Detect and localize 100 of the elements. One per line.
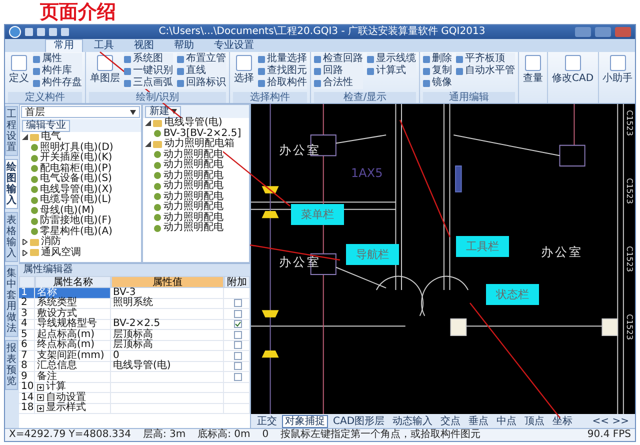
ribbon-button[interactable]: 直线 [177,65,226,77]
ribbon-button[interactable]: 一键识别 [124,65,173,77]
ribbon-button[interactable]: 属性 [33,53,82,65]
ribbon-button[interactable]: 合法性 [314,77,363,89]
tree-item[interactable]: 动力照明配电箱 [143,139,249,150]
collapse-icon[interactable] [145,141,152,148]
snap-toggle[interactable]: 中点 [494,414,520,428]
checkbox[interactable] [234,310,242,318]
tree-item[interactable]: 动力照明配电 [143,170,249,181]
tree-item[interactable]: 零星构件(电)(A) [20,226,142,237]
tree-item[interactable]: 防雷接地(电)(F) [20,216,142,226]
ribbon-button[interactable]: 回路 [314,65,363,77]
ribbon-button[interactable]: 删除 [423,53,452,65]
tree-item[interactable]: 电线导管(电) [143,118,249,128]
ribbon-button[interactable]: 拾取构件 [258,77,307,89]
ribbon-button[interactable]: 查找图元 [258,65,307,77]
tree-item[interactable]: 动力照明配电 [143,202,249,212]
tree-item[interactable]: 动力照明配电 [143,181,249,192]
tree-item[interactable]: BV-3[BV-2×2.5] [143,128,249,139]
menu-tab[interactable]: 常用 [45,39,83,52]
checkbox[interactable] [234,299,242,308]
checkbox[interactable] [234,352,242,360]
column-header: 属性值 [111,276,224,288]
menu-tab[interactable]: 工具 [85,39,123,52]
snap-toggle[interactable]: 顶点 [522,414,548,428]
tree-item[interactable]: 动力照明配电 [143,150,249,160]
side-tab[interactable]: 集中套用做法 [5,265,18,337]
checkbox[interactable] [234,320,242,328]
menu-tab[interactable]: 视图 [125,39,163,52]
ribbon-button[interactable]: 回路标识 [177,77,226,89]
snap-toggle[interactable]: 正交 [254,414,280,428]
tree-item[interactable]: 配电箱柜(电)(P) [20,164,142,174]
ribbon-button[interactable]: 构件库 [33,65,82,77]
scroll-nav-button[interactable]: << >> [589,414,632,428]
menu-tab[interactable]: 专业设置 [205,39,263,52]
expand-icon[interactable] [37,384,44,391]
snap-toggle[interactable]: 垂点 [466,414,492,428]
ribbon-button[interactable]: 复制 [423,65,452,77]
snap-toggle[interactable]: 坐标 [550,414,576,428]
tree-label: 防雷接地(电)(F) [40,216,112,226]
ribbon-button[interactable]: 批量选择 [258,53,307,65]
side-tab[interactable]: 表格输入 [5,212,18,262]
tree-label: 配电箱柜(电)(P) [40,164,112,174]
new-button[interactable]: 新建 [145,106,182,118]
coordinates-text: X=4292.79 Y=4808.334 [9,429,131,441]
expand-icon[interactable] [22,250,28,256]
expand-icon[interactable] [22,239,28,246]
expand-icon[interactable] [37,404,44,412]
checkbox[interactable] [234,330,242,339]
ribbon-button[interactable]: 单图层 [89,53,121,92]
row-number: 2 [19,298,35,309]
ribbon-button[interactable]: 显示线缆 [367,53,416,65]
tree-item[interactable]: 动力照明配电 [143,212,249,223]
tree-item[interactable]: 消防 [20,237,142,248]
ribbon-button[interactable]: 镜像 [423,77,452,89]
tree-item[interactable]: 通风空调 [20,248,142,258]
ribbon-button[interactable]: 修改CAD [551,53,595,103]
tree-item[interactable]: 母线(电)(M) [20,206,142,216]
ribbon-button[interactable]: 平齐板顶 [456,53,515,65]
tree-item[interactable]: 电气 [20,132,142,142]
ribbon-button[interactable]: 查量 [522,53,544,103]
side-tab[interactable]: 工程设置 [5,106,18,156]
snap-toggle[interactable]: 对象捕捉 [282,414,328,428]
checkbox[interactable] [234,372,242,381]
ribbon-button[interactable]: 布置立管 [177,53,226,65]
floor-height-text: 层高: 3m [142,429,186,441]
tree-item[interactable]: 动力照明配电 [143,223,249,234]
tree-item[interactable]: 电缆导管(电)(L) [20,195,142,206]
ribbon-button[interactable]: 构件存盘 [33,77,82,89]
ribbon-button[interactable]: 计算式 [367,65,416,77]
ribbon-button[interactable]: 检查回路 [314,53,363,65]
ribbon-button[interactable]: 定义 [8,53,30,92]
app-logo-icon[interactable] [9,26,21,38]
side-tab[interactable]: 绘图输入 [5,159,18,209]
tree-label: 零星构件(电)(A) [40,226,112,237]
tree-item[interactable]: 电线导管(电)(X) [20,184,142,195]
checkbox[interactable] [234,362,242,370]
ribbon-button[interactable]: 小助手 [602,53,634,103]
snap-toggle[interactable]: 交点 [438,414,464,428]
menu-tab[interactable]: 帮助 [165,39,203,52]
tree-item[interactable]: 动力照明配电 [143,160,249,170]
slide-title: 页面介绍 [38,0,117,24]
ribbon-button[interactable]: 系统图 [124,53,173,65]
tree-item[interactable]: 开关插座(电)(K) [20,153,142,164]
specialty-button[interactable]: 编辑专业 [22,120,70,132]
ribbon-button[interactable]: 选择 [233,53,255,92]
ribbon-button[interactable]: 自动水平管 [456,65,515,77]
tree-item[interactable]: 动力照明配电 [143,192,249,202]
floor-dropdown[interactable]: 首层 [21,106,140,118]
collapse-icon[interactable] [145,120,152,126]
tree-item[interactable]: 电气设备(电)(S) [20,174,142,184]
snap-toggle[interactable]: CAD图形层 [330,414,388,428]
snap-toggle[interactable]: 动态输入 [390,414,436,428]
collapse-icon[interactable] [22,134,28,140]
tree-item[interactable]: 照明灯具(电)(D) [20,142,142,153]
ribbon-button[interactable]: 三点画弧 [124,77,173,89]
expand-icon[interactable] [37,394,44,402]
checkbox[interactable] [234,341,242,350]
table-cell: 照明系统 [111,298,224,309]
side-tab[interactable]: 报表预览 [5,340,18,390]
